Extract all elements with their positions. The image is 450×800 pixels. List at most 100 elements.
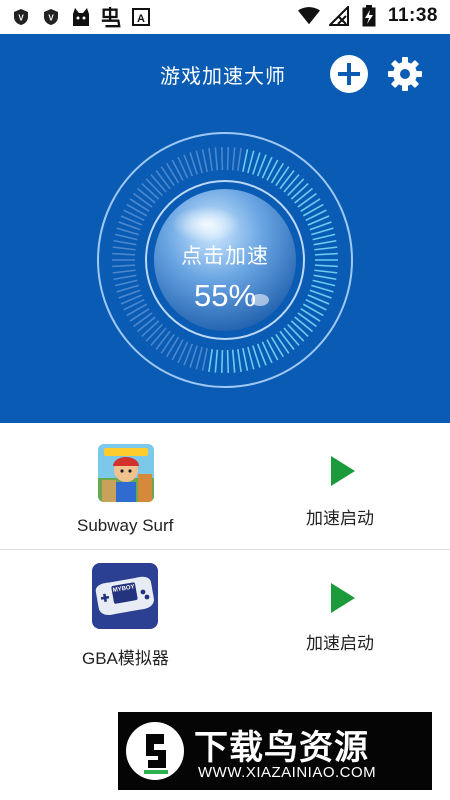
dial-tick (294, 316, 313, 333)
game-name: GBA模拟器 (82, 649, 169, 668)
dial-tick (302, 303, 324, 317)
dial-tick (313, 239, 337, 246)
launch-accelerated-button[interactable]: 加速启动 (306, 504, 374, 529)
dial-tick (313, 274, 337, 281)
dial-tick (155, 330, 171, 350)
dial-tick (297, 192, 317, 208)
watermark-url: WWW.XIAZAINIAO.COM (198, 764, 377, 781)
dial-tick (279, 170, 295, 190)
accelerate-percent: 55% (193, 278, 257, 313)
dial-tick (270, 162, 285, 184)
dial-tick (294, 187, 313, 204)
system-icons: 11:38 (297, 5, 438, 27)
dial-tick (112, 269, 136, 274)
dial-tick (150, 174, 167, 193)
dial-tick (113, 274, 137, 281)
dial-tick (297, 312, 317, 328)
dial-tick (311, 227, 334, 236)
svg-text:V: V (48, 14, 54, 23)
dial-tick (314, 252, 338, 256)
accelerator-panel: 游戏加速大师 点击加速 55% (0, 34, 450, 423)
dial-tick (290, 320, 309, 337)
dial-tick (133, 312, 153, 328)
dial-tick (314, 269, 338, 274)
dial-tick (141, 320, 160, 337)
dial-tick (145, 323, 163, 342)
subway-surf-icon (98, 444, 154, 502)
dial-tick (283, 327, 300, 346)
dial-tick (201, 348, 208, 371)
plus-icon (338, 63, 360, 85)
accelerate-button[interactable]: 点击加速 55% (150, 240, 300, 314)
no-signal-icon (328, 5, 350, 27)
notification-icons: V V A (10, 6, 152, 28)
cat-icon (70, 6, 92, 28)
dial-tick (141, 183, 160, 200)
dial-tick (160, 333, 175, 354)
play-icon[interactable] (328, 454, 358, 488)
play-icon[interactable] (328, 581, 358, 615)
dial-tick (129, 198, 150, 213)
dial-tick (214, 349, 219, 373)
dial-tick (314, 246, 338, 251)
dial-tick (150, 327, 167, 346)
dial-tick (287, 178, 305, 197)
dial-tick (195, 346, 203, 370)
dial-tick (114, 279, 138, 287)
dial-tick (195, 150, 203, 174)
dial-tick (133, 192, 153, 208)
shield-v-icon: V (40, 6, 62, 28)
add-game-button[interactable] (330, 55, 368, 93)
gear-icon (388, 57, 422, 91)
settings-button[interactable] (385, 54, 425, 94)
dial-tick (231, 147, 236, 171)
watermark-title: 下载鸟资源 (194, 728, 369, 768)
game-name: Subway Surf (77, 516, 174, 535)
dial-tick (112, 246, 136, 251)
speed-dial (97, 132, 353, 388)
dial-tick (129, 307, 150, 322)
launch-accelerated-button[interactable]: 加速启动 (306, 629, 374, 654)
dial-tick (275, 166, 290, 187)
chong-app-icon (100, 6, 122, 28)
dial-tick (137, 316, 156, 333)
dial-tick (116, 227, 139, 236)
dial-tick (312, 233, 336, 241)
shield-v-icon: V (10, 6, 32, 28)
dial-tick (300, 198, 321, 213)
dial-tick (165, 162, 180, 184)
dial-tick (113, 239, 137, 246)
dial-tick (208, 348, 213, 372)
dial-tick (112, 252, 136, 256)
dial-tick (290, 183, 309, 200)
dial-tick (283, 174, 300, 193)
wifi-icon (297, 5, 320, 27)
dial-tick (114, 233, 138, 241)
a-box-icon: A (130, 6, 152, 28)
game-row-gba[interactable]: MYBOY GBA模拟器 加速启动 (0, 551, 450, 691)
dial-tick (275, 333, 290, 354)
dial-tick (201, 149, 208, 172)
dial-tick (160, 166, 175, 187)
bird-logo-icon (126, 722, 184, 780)
dial-tick (237, 348, 242, 372)
dial-tick (242, 348, 249, 371)
dial-tick (165, 336, 180, 358)
svg-text:V: V (18, 14, 24, 23)
dial-tick (287, 323, 305, 342)
dial-tick (226, 349, 230, 373)
svg-text:A: A (137, 13, 145, 25)
dial-tick (279, 330, 295, 350)
battery-charging-icon (358, 5, 380, 27)
dial-tick (220, 349, 224, 373)
dial-tick (126, 303, 148, 317)
watermark-banner: 下载鸟资源 WWW.XIAZAINIAO.COM (118, 712, 432, 790)
dial-tick (126, 203, 148, 217)
dial-tick (302, 203, 324, 217)
clock: 11:38 (387, 5, 438, 26)
gba-console-icon: MYBOY (92, 563, 158, 629)
accelerate-label: 点击加速 (181, 244, 269, 268)
orb-highlight (172, 206, 240, 242)
dial-tick (311, 284, 334, 293)
game-row-subway-surf[interactable]: Subway Surf 加速启动 (0, 423, 450, 550)
